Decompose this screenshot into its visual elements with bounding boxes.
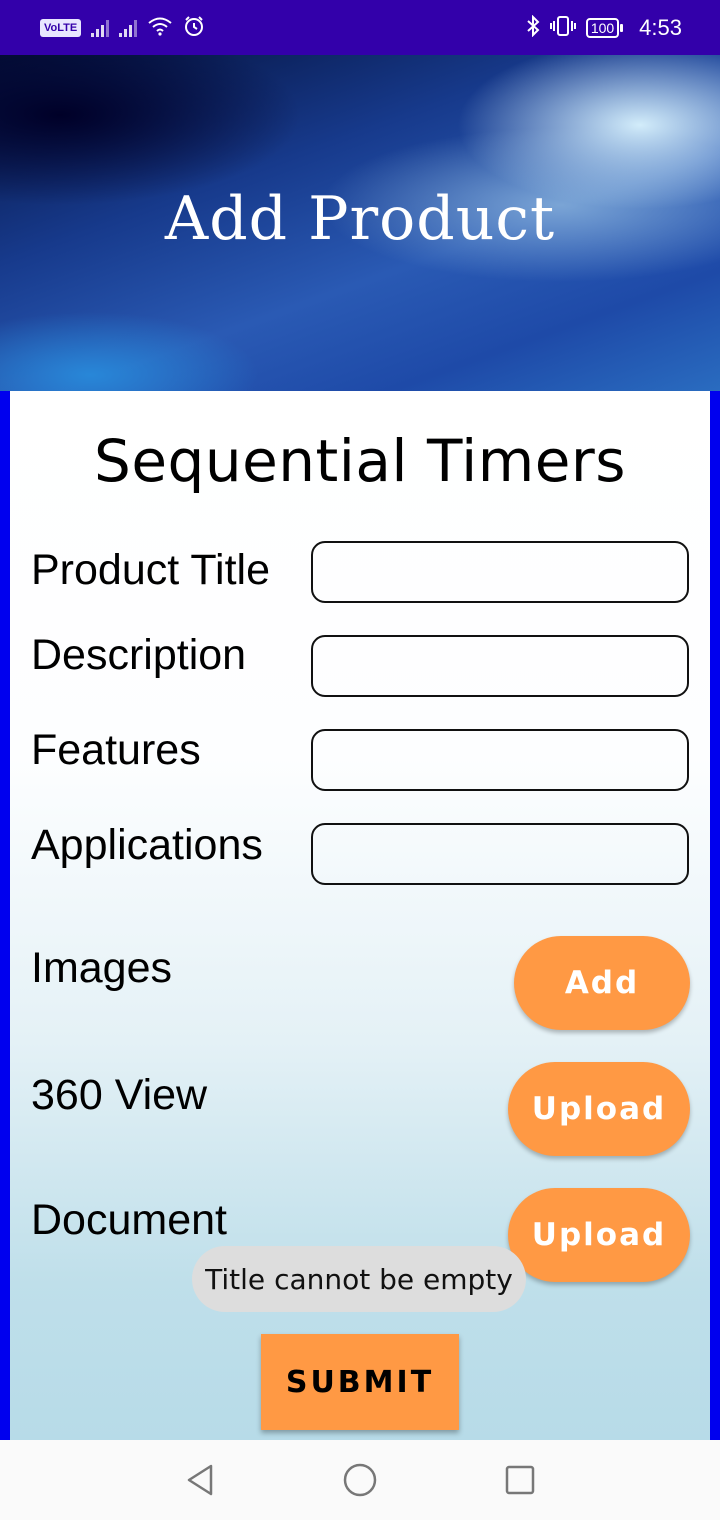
- bluetooth-icon: [526, 14, 540, 41]
- home-icon[interactable]: [340, 1462, 380, 1498]
- description-label: Description: [31, 631, 247, 679]
- signal-icon: [119, 19, 138, 37]
- images-label: Images: [31, 944, 173, 992]
- features-label: Features: [31, 726, 201, 774]
- view360-label: 360 View: [31, 1071, 208, 1119]
- status-bar: VoLTE 100 4:53: [0, 0, 720, 55]
- applications-label: Applications: [31, 821, 263, 869]
- navigation-bar: [0, 1440, 720, 1520]
- description-input[interactable]: [311, 635, 689, 697]
- toast-message: Title cannot be empty: [192, 1246, 526, 1312]
- status-left: VoLTE: [40, 15, 205, 41]
- upload-document-button[interactable]: Upload: [508, 1188, 690, 1282]
- upload-360-button[interactable]: Upload: [508, 1062, 690, 1156]
- wifi-icon: [147, 16, 173, 40]
- volte-badge: VoLTE: [40, 18, 82, 37]
- page-title: Add Product: [164, 184, 556, 254]
- main-frame: Sequential Timers Product Title Descript…: [0, 391, 720, 1440]
- submit-button[interactable]: SUBMIT: [261, 1334, 459, 1430]
- features-input[interactable]: [311, 729, 689, 791]
- product-title-input[interactable]: [311, 541, 689, 603]
- clock: 4:53: [639, 14, 682, 40]
- document-label: Document: [31, 1196, 227, 1244]
- battery-level: 100: [585, 17, 620, 38]
- form-title: Sequential Timers: [94, 427, 626, 495]
- product-title-label: Product Title: [31, 546, 270, 594]
- header-banner: Add Product: [0, 55, 720, 391]
- vibrate-icon: [549, 15, 576, 41]
- applications-input[interactable]: [311, 823, 689, 885]
- back-icon[interactable]: [180, 1462, 220, 1498]
- alarm-icon: [183, 15, 205, 41]
- status-right: 100 4:53: [526, 14, 682, 41]
- battery-icon: 100: [585, 17, 624, 38]
- recents-icon[interactable]: [500, 1462, 540, 1498]
- signal-icon: [91, 19, 110, 37]
- add-images-button[interactable]: Add: [514, 936, 690, 1030]
- form-card: Sequential Timers Product Title Descript…: [10, 391, 710, 1440]
